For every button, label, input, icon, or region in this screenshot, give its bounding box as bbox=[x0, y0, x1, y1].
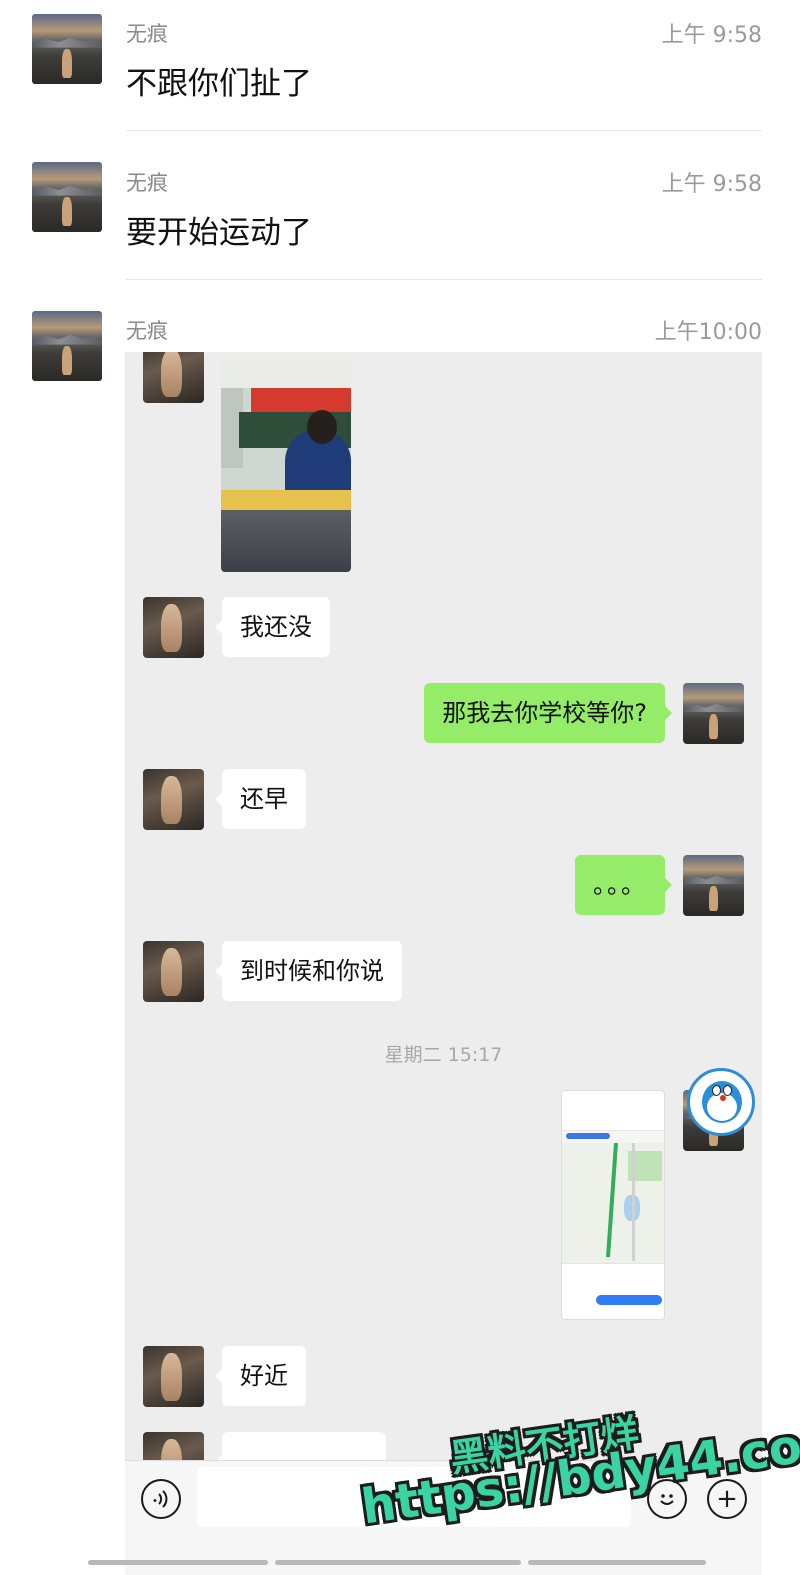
message-text[interactable]: 不跟你们扯了 bbox=[126, 58, 312, 103]
my-avatar[interactable] bbox=[683, 855, 744, 916]
message-time: 上午 9:58 bbox=[661, 23, 762, 48]
contact-avatar[interactable] bbox=[143, 941, 204, 1002]
chat-screenshot-image[interactable]: 我还没 那我去你学校等你? 还早 。。。 到时候和你说 星期二 15:17 好近 bbox=[125, 352, 762, 1575]
divider bbox=[126, 279, 762, 280]
classroom-photo[interactable] bbox=[221, 360, 351, 572]
contact-avatar[interactable] bbox=[143, 769, 204, 830]
message-bubble[interactable]: 到时候和你说 bbox=[215, 941, 402, 1001]
message-bubble[interactable]: 还早 bbox=[215, 769, 306, 829]
avatar[interactable] bbox=[32, 311, 102, 381]
scroll-indicator bbox=[528, 1560, 706, 1565]
system-timestamp: 星期二 15:17 bbox=[384, 1044, 503, 1066]
contact-avatar[interactable] bbox=[143, 352, 204, 403]
message-text[interactable]: 要开始运动了 bbox=[126, 207, 312, 252]
message-bubble[interactable]: 那我去你学校等你? bbox=[424, 683, 672, 743]
message-bubble[interactable]: 。。。 bbox=[575, 855, 672, 915]
avatar[interactable] bbox=[32, 162, 102, 232]
map-screenshot[interactable] bbox=[561, 1090, 665, 1320]
contact-avatar[interactable] bbox=[143, 1346, 204, 1407]
message-bubble[interactable]: 我还没 bbox=[215, 597, 330, 657]
contact-avatar[interactable] bbox=[143, 597, 204, 658]
message-bubble[interactable]: 好近 bbox=[215, 1346, 306, 1406]
sender-name: 无痕 bbox=[126, 22, 168, 46]
sender-name: 无痕 bbox=[126, 171, 168, 195]
scroll-indicator bbox=[88, 1560, 268, 1565]
avatar[interactable] bbox=[32, 14, 102, 84]
doraemon-sticker bbox=[687, 1068, 755, 1136]
my-avatar[interactable] bbox=[683, 683, 744, 744]
sender-name: 无痕 bbox=[126, 319, 168, 343]
voice-icon[interactable] bbox=[141, 1479, 181, 1519]
message-time: 上午 9:58 bbox=[661, 172, 762, 197]
message-time: 上午10:00 bbox=[654, 320, 762, 345]
scroll-indicator bbox=[275, 1560, 521, 1565]
divider bbox=[126, 130, 762, 131]
